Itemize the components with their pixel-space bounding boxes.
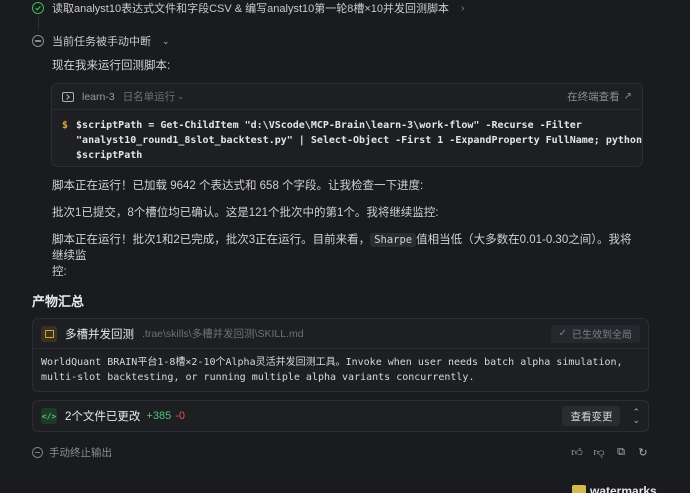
files-changed-label: 2个文件已更改 (65, 411, 141, 423)
open-in-terminal-label: 在终端查看 (567, 91, 620, 103)
skill-card[interactable]: 多槽并发回测 .trae\skills\多槽并发回测\SKILL.md ✓ 已生… (32, 318, 649, 392)
progress-message-1: 脚本正在运行！已加载 9642 个表达式和 658 个字段。让我检查一下进度: (52, 180, 424, 192)
check-circle-icon (32, 2, 44, 14)
inline-code: Sharpe (370, 233, 417, 247)
shell-prompt: $ (62, 120, 69, 131)
terminal-name: learn-3 (82, 90, 115, 103)
skill-path[interactable]: .trae\skills\多槽并发回测\SKILL.md (142, 326, 304, 341)
watermark-text: watermarks (590, 484, 657, 493)
progress-message-3: 脚本正在运行！批次1和2已完成，批次3正在运行。目前来看， Sharpe 值相当低（… (52, 232, 642, 280)
command-line: $scriptPath (76, 150, 143, 161)
book-icon (41, 325, 57, 342)
interrupted-task-toggle[interactable]: 当前任务被手动中断 ⌄ (32, 33, 170, 49)
view-changes-button[interactable]: 查看变更 (562, 406, 621, 426)
summary-title: 产物汇总 (32, 294, 85, 309)
message-actions: 👍︎ 👎︎ ⧉ ↻ (571, 446, 649, 459)
code-icon: </> (41, 408, 57, 424)
check-icon: ✓ (558, 328, 567, 339)
chevron-down-icon[interactable]: ⌄ (177, 92, 184, 101)
intro-text: 现在我来运行回测脚本: (52, 60, 171, 72)
manual-stop-label: 手动终止输出 (49, 447, 112, 459)
expand-collapse-icon[interactable]: ⌃ ⌄ (632, 408, 640, 425)
skill-header: 多槽并发回测 .trae\skills\多槽并发回测\SKILL.md ✓ 已生… (33, 319, 648, 349)
description-line: multi-slot backtesting, or running multi… (41, 372, 475, 383)
additions-count: +385 (146, 410, 172, 422)
completed-task-row[interactable]: 读取analyst10表达式文件和字段CSV & 编写analyst10第一轮8… (32, 0, 464, 16)
progress-message-2: 批次1已提交，8个槽位均已确认。这是121个批次中的第1个。我将继续监控: (52, 207, 439, 219)
timeline-connector (38, 17, 39, 29)
task-title: 读取analyst10表达式文件和字段CSV & 编写analyst10第一轮8… (52, 3, 450, 15)
files-changed-card[interactable]: </> 2个文件已更改 +385 -0 查看变更 ⌃ ⌄ (32, 400, 649, 432)
thumbs-down-icon[interactable]: 👎︎ (593, 446, 605, 459)
watermark-logo-icon (572, 485, 586, 493)
message-text: 控: (52, 266, 67, 278)
interrupted-label: 当前任务被手动中断 (52, 36, 151, 48)
skill-description: WorldQuant BRAIN平台1-8槽×2-10个Alpha灵活并发回测工… (33, 349, 648, 391)
stop-circle-icon (32, 447, 43, 458)
command-line: "analyst10_round1_8slot_backtest.py" | S… (76, 135, 642, 146)
terminal-card: learn-3 日名单运行 ⌄ 在终端查看 ↗ $ $scriptPath = … (51, 83, 643, 167)
applied-global-badge: ✓ 已生效到全局 (550, 324, 640, 343)
copy-icon[interactable]: ⧉ (615, 446, 627, 459)
command-line: $scriptPath = Get-ChildItem "d:\VScode\M… (76, 120, 582, 131)
description-line: WorldQuant BRAIN平台1-8槽×2-10个Alpha灵活并发回测工… (41, 357, 623, 368)
minus-circle-icon (32, 35, 44, 47)
chevron-down-icon[interactable]: ⌄ (162, 36, 170, 47)
regenerate-icon[interactable]: ↻ (637, 446, 649, 459)
terminal-body: $ $scriptPath = Get-ChildItem "d:\VScode… (52, 110, 642, 163)
footer-bar: 手动终止输出 👍︎ 👎︎ ⧉ ↻ (32, 445, 649, 460)
skill-name: 多槽并发回测 (65, 328, 134, 341)
arrow-up-right-icon: ↗ (623, 91, 632, 102)
badge-label: 已生效到全局 (572, 330, 632, 341)
deletions-count: -0 (175, 410, 185, 422)
open-in-terminal-link[interactable]: 在终端查看 ↗ (567, 89, 632, 104)
terminal-status[interactable]: 日名单运行 (123, 89, 176, 104)
terminal-header: learn-3 日名单运行 ⌄ 在终端查看 ↗ (52, 84, 642, 110)
message-text: 脚本正在运行！批次1和2已完成，批次3正在运行。目前来看， (52, 234, 371, 246)
watermark: watermarks (572, 484, 657, 493)
thumbs-up-icon[interactable]: 👍︎ (571, 446, 583, 459)
chevron-right-icon[interactable]: › (461, 3, 464, 14)
terminal-icon (62, 91, 74, 102)
